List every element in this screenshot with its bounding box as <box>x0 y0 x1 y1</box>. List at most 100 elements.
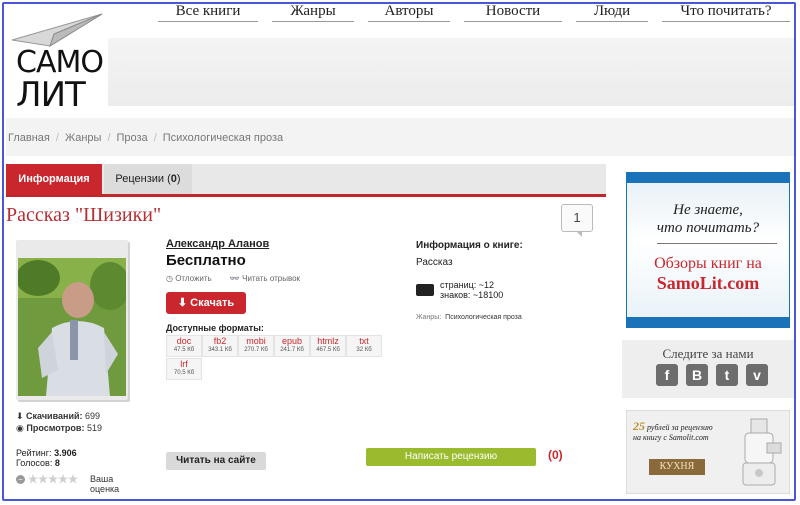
format-name: fb2 <box>213 336 227 346</box>
main-nav: Все книги Жанры Авторы Новости Люди Что … <box>158 0 794 22</box>
nav-genres[interactable]: Жанры <box>272 0 354 22</box>
pages-count: страниц: ~12 <box>440 280 495 290</box>
format-size: 70.5 Кб <box>173 370 195 376</box>
comment-count-badge[interactable]: 1 <box>561 204 593 237</box>
book-title: Рассказ "Шизики" <box>6 204 162 226</box>
your-rating-label: Ваша оценка <box>90 474 119 494</box>
format-size: 270.7 Кб <box>244 347 268 353</box>
format-htmlz[interactable]: htmlz 467.5 Кб <box>310 335 346 357</box>
star-icon[interactable] <box>38 474 48 484</box>
postpone-label: Отложить <box>175 274 212 283</box>
tab-bar: Информация Рецензии (0) <box>6 164 606 197</box>
price-label: Бесплатно <box>166 252 246 269</box>
promo-banner[interactable]: Не знаете, что почитать? Обзоры книг на S… <box>626 172 790 328</box>
read-excerpt-label: Читать отрывок <box>242 274 301 283</box>
tab-reviews-close: ) <box>176 173 181 185</box>
genres-value[interactable]: Психологическая проза <box>445 314 522 321</box>
book-actions: ◷ Отложить 👓 Читать отрывок <box>166 274 406 283</box>
ad-amount: 25 <box>633 419 645 433</box>
breadcrumb-separator: / <box>153 132 157 144</box>
read-on-site-button[interactable]: Читать на сайте <box>166 452 266 470</box>
votes-label: Голосов: <box>16 458 53 468</box>
paper-plane-icon <box>11 13 103 48</box>
format-mobi[interactable]: mobi 270.7 Кб <box>238 335 274 357</box>
star-icon[interactable] <box>68 474 78 484</box>
downloads-label: Скачиваний: <box>26 411 83 421</box>
chars-count: знаков: ~18100 <box>440 290 504 300</box>
book-info: Информация о книге: Рассказ <box>416 240 596 268</box>
tab-information[interactable]: Информация <box>6 164 102 194</box>
book-meta: Александр Аланов Бесплатно ◷ Отложить 👓 … <box>166 238 406 283</box>
write-review-button[interactable]: Написать рецензию <box>366 448 536 466</box>
nav-authors[interactable]: Авторы <box>368 0 450 22</box>
twitter-icon[interactable]: t <box>716 364 738 386</box>
kitchen-ad-banner[interactable]: 25 рублей за рецензию на книгу с Samolit.… <box>626 410 790 494</box>
views-value: 519 <box>86 423 103 433</box>
livejournal-icon[interactable]: v <box>746 364 768 386</box>
rating-value: 3.906 <box>54 448 77 458</box>
postpone-link[interactable]: ◷ Отложить <box>166 274 220 283</box>
book-cover[interactable] <box>16 240 128 400</box>
breadcrumb-prose[interactable]: Проза <box>117 132 148 144</box>
breadcrumb-separator: / <box>107 132 111 144</box>
format-epub[interactable]: epub 241.7 Кб <box>274 335 310 357</box>
nav-people[interactable]: Люди <box>576 0 648 22</box>
promo-top-stripe <box>627 173 789 183</box>
format-name: doc <box>176 336 192 346</box>
tab-reviews-label: Рецензии ( <box>115 173 171 185</box>
format-size: 467.5 Кб <box>316 347 340 353</box>
ad-text: 25 рублей за рецензию на книгу с Samolit.… <box>633 419 713 443</box>
vkontakte-icon[interactable]: B <box>686 364 708 386</box>
format-name: mobi <box>246 336 266 346</box>
genres-line: Жанры: Психологическая проза <box>416 314 522 321</box>
nav-all-books[interactable]: Все книги <box>158 0 258 22</box>
minus-icon[interactable]: − <box>16 474 25 484</box>
header-banner <box>108 38 794 106</box>
rating-label: Рейтинг: <box>16 448 52 458</box>
author-photo <box>18 258 126 396</box>
logo-text-bottom: ЛИТ <box>16 75 86 115</box>
promo-question-line1: Не знаете, <box>673 202 743 218</box>
format-lrf[interactable]: lrf 70.5 Кб <box>166 358 202 380</box>
views-stat: ◉ Просмотров: 519 <box>16 423 103 433</box>
your-rating-line1: Ваша <box>90 474 114 484</box>
promo-question: Не знаете, что почитать? <box>627 201 789 237</box>
views-label: Просмотров: <box>26 423 85 433</box>
breadcrumb-genres[interactable]: Жанры <box>65 132 102 144</box>
breadcrumb-home[interactable]: Главная <box>8 132 50 144</box>
format-name: epub <box>281 336 303 346</box>
star-icon[interactable] <box>58 474 68 484</box>
book-main: Информация Рецензии (0) Рассказ "Шизики"… <box>6 160 606 496</box>
facebook-icon[interactable]: f <box>656 364 678 386</box>
nav-what-to-read[interactable]: Что почитать? <box>662 0 790 22</box>
follow-heading: Следите за нами <box>662 346 754 361</box>
rating-block: Рейтинг: 3.906 Голосов: 8 <box>16 448 77 468</box>
meat-grinder-icon <box>742 418 782 486</box>
promo-question-line2: что почитать? <box>656 220 760 236</box>
review-count: (0) <box>548 448 563 462</box>
format-doc[interactable]: doc 47.5 Кб <box>166 335 202 357</box>
format-txt[interactable]: txt 32 Кб <box>346 335 382 357</box>
star-rating[interactable]: − <box>16 474 78 484</box>
nav-news[interactable]: Новости <box>464 0 562 22</box>
breadcrumb-psych-prose[interactable]: Психологическая проза <box>163 132 283 144</box>
tab-reviews[interactable]: Рецензии (0) <box>104 164 192 194</box>
format-size: 32 Кб <box>356 347 372 353</box>
format-name: htmlz <box>317 336 339 346</box>
social-follow: Следите за нами f B t v <box>622 340 794 398</box>
site-logo[interactable]: САМО ЛИТ <box>6 6 110 118</box>
read-excerpt-link[interactable]: 👓 Читать отрывок <box>230 274 308 283</box>
kitchen-label: КУХНЯ <box>649 459 705 475</box>
downloads-value: 699 <box>85 411 101 421</box>
format-name: txt <box>359 336 369 346</box>
format-size: 343.1 Кб <box>208 347 232 353</box>
star-icon[interactable] <box>48 474 58 484</box>
promo-divider <box>657 243 777 244</box>
star-icon[interactable] <box>28 474 38 484</box>
formats-label: Доступные форматы: <box>166 323 264 333</box>
download-button[interactable]: ⬇ Скачать <box>166 292 246 314</box>
ad-line2: на книгу с Samolit.com <box>633 433 709 442</box>
author-link[interactable]: Александр Аланов <box>166 238 406 250</box>
format-fb2[interactable]: fb2 343.1 Кб <box>202 335 238 357</box>
promo-reviews-text: Обзоры книг на <box>654 255 762 272</box>
